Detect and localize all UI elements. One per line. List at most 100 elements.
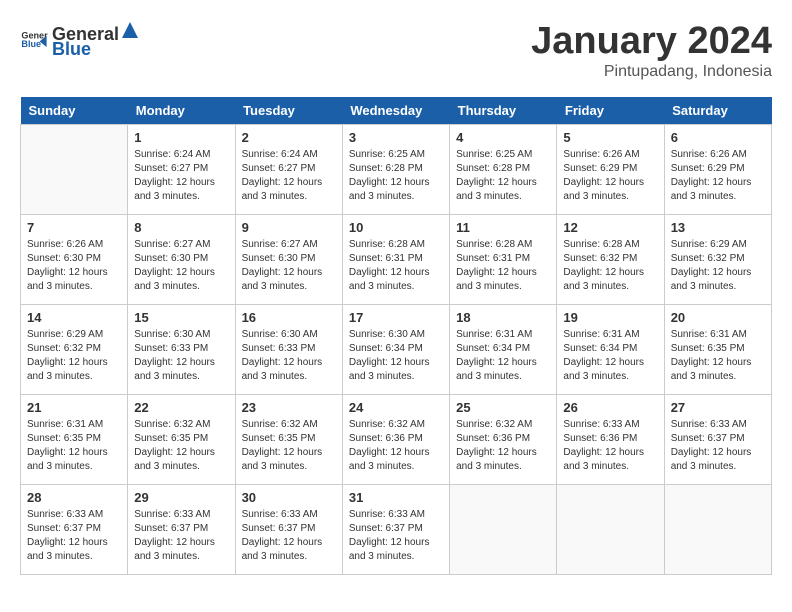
calendar-cell: 6 Sunrise: 6:26 AM Sunset: 6:29 PM Daylig…	[664, 125, 771, 215]
day-header-sunday: Sunday	[21, 97, 128, 125]
day-number: 3	[349, 130, 443, 145]
calendar-cell: 3Sunrise: 6:25 AM Sunset: 6:28 PM Daylig…	[342, 125, 449, 215]
calendar-cell: 31 Sunrise: 6:33 AM Sunset: 6:37 PM Dayli…	[342, 485, 449, 575]
day-number: 26	[563, 400, 657, 415]
calendar-cell: 5 Sunrise: 6:26 AM Sunset: 6:29 PM Daylig…	[557, 125, 664, 215]
calendar-week-row: 14 Sunrise: 6:29 AM Sunset: 6:32 PM Dayli…	[21, 305, 772, 395]
page-header: General Blue General Blue January 2024 P…	[20, 20, 772, 81]
day-header-monday: Monday	[128, 97, 235, 125]
calendar-cell: 12Sunrise: 6:28 AM Sunset: 6:32 PM Dayli…	[557, 215, 664, 305]
calendar-header-row: SundayMondayTuesdayWednesdayThursdayFrid…	[21, 97, 772, 125]
day-header-saturday: Saturday	[664, 97, 771, 125]
day-header-wednesday: Wednesday	[342, 97, 449, 125]
calendar-cell: 10 Sunrise: 6:28 AM Sunset: 6:31 PM Dayli…	[342, 215, 449, 305]
day-number: 16	[242, 310, 336, 325]
calendar-cell: 17 Sunrise: 6:30 AM Sunset: 6:34 PM Dayli…	[342, 305, 449, 395]
calendar-cell: 25Sunrise: 6:32 AM Sunset: 6:36 PM Dayli…	[450, 395, 557, 485]
day-number: 5	[563, 130, 657, 145]
calendar-week-row: 7 Sunrise: 6:26 AM Sunset: 6:30 PM Daylig…	[21, 215, 772, 305]
day-info: Sunrise: 6:24 AM Sunset: 6:27 PM Dayligh…	[242, 148, 336, 204]
day-number: 30	[242, 490, 336, 505]
day-number: 25	[456, 400, 550, 415]
day-info: Sunrise: 6:33 AM Sunset: 6:37 PM Dayligh…	[27, 508, 121, 564]
day-info: Sunrise: 6:27 AM Sunset: 6:30 PM Dayligh…	[134, 238, 228, 294]
calendar-cell: 8 Sunrise: 6:27 AM Sunset: 6:30 PM Daylig…	[128, 215, 235, 305]
day-number: 10	[349, 220, 443, 235]
day-info: Sunrise: 6:30 AM Sunset: 6:33 PM Dayligh…	[134, 328, 228, 384]
day-header-friday: Friday	[557, 97, 664, 125]
logo-icon: General Blue	[20, 26, 48, 54]
calendar-cell: 23 Sunrise: 6:32 AM Sunset: 6:35 PM Dayli…	[235, 395, 342, 485]
day-info: Sunrise: 6:28 AM Sunset: 6:32 PM Dayligh…	[563, 238, 657, 294]
day-info: Sunrise: 6:32 AM Sunset: 6:35 PM Dayligh…	[134, 418, 228, 474]
day-info: Sunrise: 6:28 AM Sunset: 6:31 PM Dayligh…	[349, 238, 443, 294]
calendar-cell	[664, 485, 771, 575]
day-header-thursday: Thursday	[450, 97, 557, 125]
day-info: Sunrise: 6:31 AM Sunset: 6:35 PM Dayligh…	[27, 418, 121, 474]
day-number: 24	[349, 400, 443, 415]
day-number: 17	[349, 310, 443, 325]
calendar-cell: 11Sunrise: 6:28 AM Sunset: 6:31 PM Dayli…	[450, 215, 557, 305]
day-info: Sunrise: 6:31 AM Sunset: 6:34 PM Dayligh…	[456, 328, 550, 384]
day-number: 31	[349, 490, 443, 505]
day-info: Sunrise: 6:33 AM Sunset: 6:37 PM Dayligh…	[671, 418, 765, 474]
calendar-cell: 22 Sunrise: 6:32 AM Sunset: 6:35 PM Dayli…	[128, 395, 235, 485]
day-number: 7	[27, 220, 121, 235]
day-info: Sunrise: 6:26 AM Sunset: 6:29 PM Dayligh…	[563, 148, 657, 204]
calendar-cell	[450, 485, 557, 575]
calendar-cell: 13 Sunrise: 6:29 AM Sunset: 6:32 PM Dayli…	[664, 215, 771, 305]
calendar-cell: 7 Sunrise: 6:26 AM Sunset: 6:30 PM Daylig…	[21, 215, 128, 305]
calendar-cell	[21, 125, 128, 215]
day-number: 6	[671, 130, 765, 145]
calendar-cell: 2 Sunrise: 6:24 AM Sunset: 6:27 PM Daylig…	[235, 125, 342, 215]
day-number: 28	[27, 490, 121, 505]
day-number: 27	[671, 400, 765, 415]
logo-triangle-icon	[120, 20, 140, 40]
calendar-cell: 14 Sunrise: 6:29 AM Sunset: 6:32 PM Dayli…	[21, 305, 128, 395]
day-info: Sunrise: 6:29 AM Sunset: 6:32 PM Dayligh…	[671, 238, 765, 294]
day-info: Sunrise: 6:31 AM Sunset: 6:34 PM Dayligh…	[563, 328, 657, 384]
calendar-cell: 16 Sunrise: 6:30 AM Sunset: 6:33 PM Dayli…	[235, 305, 342, 395]
day-info: Sunrise: 6:24 AM Sunset: 6:27 PM Dayligh…	[134, 148, 228, 204]
calendar-week-row: 28 Sunrise: 6:33 AM Sunset: 6:37 PM Dayli…	[21, 485, 772, 575]
day-info: Sunrise: 6:30 AM Sunset: 6:33 PM Dayligh…	[242, 328, 336, 384]
day-number: 1	[134, 130, 228, 145]
day-info: Sunrise: 6:29 AM Sunset: 6:32 PM Dayligh…	[27, 328, 121, 384]
logo: General Blue General Blue	[20, 20, 141, 60]
calendar-cell: 20Sunrise: 6:31 AM Sunset: 6:35 PM Dayli…	[664, 305, 771, 395]
day-info: Sunrise: 6:33 AM Sunset: 6:37 PM Dayligh…	[134, 508, 228, 564]
svg-text:Blue: Blue	[21, 39, 41, 49]
day-info: Sunrise: 6:26 AM Sunset: 6:29 PM Dayligh…	[671, 148, 765, 204]
calendar-cell: 19 Sunrise: 6:31 AM Sunset: 6:34 PM Dayli…	[557, 305, 664, 395]
day-info: Sunrise: 6:33 AM Sunset: 6:37 PM Dayligh…	[349, 508, 443, 564]
calendar-cell: 28 Sunrise: 6:33 AM Sunset: 6:37 PM Dayli…	[21, 485, 128, 575]
calendar-cell: 1 Sunrise: 6:24 AM Sunset: 6:27 PM Daylig…	[128, 125, 235, 215]
day-number: 21	[27, 400, 121, 415]
day-number: 20	[671, 310, 765, 325]
day-number: 19	[563, 310, 657, 325]
day-info: Sunrise: 6:26 AM Sunset: 6:30 PM Dayligh…	[27, 238, 121, 294]
day-info: Sunrise: 6:32 AM Sunset: 6:35 PM Dayligh…	[242, 418, 336, 474]
day-number: 2	[242, 130, 336, 145]
calendar-cell: 27 Sunrise: 6:33 AM Sunset: 6:37 PM Dayli…	[664, 395, 771, 485]
day-number: 14	[27, 310, 121, 325]
day-number: 18	[456, 310, 550, 325]
calendar-cell: 18 Sunrise: 6:31 AM Sunset: 6:34 PM Dayli…	[450, 305, 557, 395]
day-info: Sunrise: 6:25 AM Sunset: 6:28 PM Dayligh…	[456, 148, 550, 204]
calendar-cell	[557, 485, 664, 575]
day-number: 29	[134, 490, 228, 505]
location-subtitle: Pintupadang, Indonesia	[531, 63, 772, 81]
calendar-cell: 9Sunrise: 6:27 AM Sunset: 6:30 PM Daylig…	[235, 215, 342, 305]
calendar-cell: 26Sunrise: 6:33 AM Sunset: 6:36 PM Dayli…	[557, 395, 664, 485]
title-section: January 2024 Pintupadang, Indonesia	[531, 20, 772, 81]
calendar-cell: 21 Sunrise: 6:31 AM Sunset: 6:35 PM Dayli…	[21, 395, 128, 485]
day-number: 15	[134, 310, 228, 325]
day-number: 23	[242, 400, 336, 415]
day-info: Sunrise: 6:30 AM Sunset: 6:34 PM Dayligh…	[349, 328, 443, 384]
calendar-cell: 30Sunrise: 6:33 AM Sunset: 6:37 PM Dayli…	[235, 485, 342, 575]
calendar-cell: 29 Sunrise: 6:33 AM Sunset: 6:37 PM Dayli…	[128, 485, 235, 575]
day-number: 13	[671, 220, 765, 235]
day-number: 11	[456, 220, 550, 235]
day-number: 22	[134, 400, 228, 415]
day-number: 8	[134, 220, 228, 235]
